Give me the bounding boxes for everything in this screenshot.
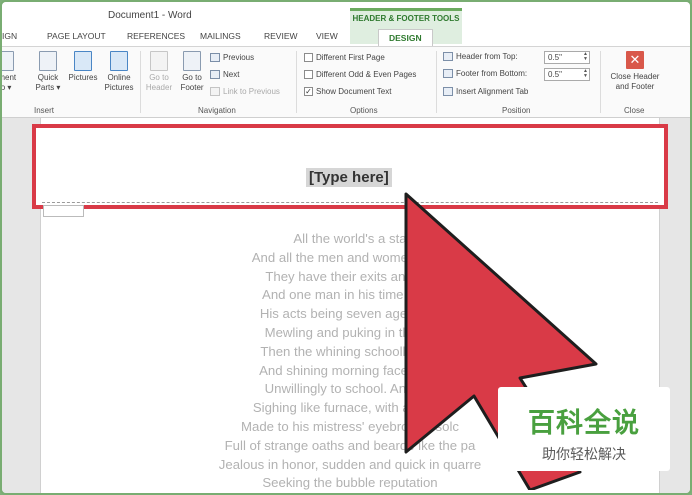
previous-button[interactable]: Previous bbox=[210, 53, 254, 62]
footer-from-bottom-row: Footer from Bottom: bbox=[443, 69, 527, 78]
pictures-button[interactable]: Pictures bbox=[66, 51, 100, 83]
window-title: Document1 - Word bbox=[108, 10, 192, 21]
next-button[interactable]: Next bbox=[210, 70, 239, 79]
title-bar: Document1 - Word bbox=[2, 2, 690, 26]
show-document-text-label: Show Document Text bbox=[316, 87, 392, 96]
header-from-top-label: Header from Top: bbox=[456, 52, 518, 61]
checkmark-icon: ✓ bbox=[304, 87, 313, 96]
online-pictures-icon bbox=[110, 51, 128, 71]
header-tag bbox=[43, 205, 84, 217]
insert-group-label: Insert bbox=[34, 106, 55, 115]
baike-watermark: 百科全说 助你轻松解决 bbox=[498, 387, 670, 471]
tab-references[interactable]: REFERENCES bbox=[127, 31, 185, 41]
watermark-subtitle: 助你轻松解决 bbox=[542, 446, 626, 462]
close-header-footer-button[interactable]: ✕ Close Header and Footer bbox=[602, 51, 668, 92]
ribbon-tabs: IGN PAGE LAYOUT REFERENCES MAILINGS REVI… bbox=[2, 26, 690, 46]
link-to-previous-label: Link to Previous bbox=[223, 87, 280, 96]
next-label: Next bbox=[223, 70, 240, 79]
insert-alignment-tab-label: Insert Alignment Tab bbox=[456, 87, 529, 96]
spinner-arrows-icon[interactable]: ▲ ▼ bbox=[583, 52, 588, 62]
link-to-previous-button[interactable]: Link to Previous bbox=[210, 87, 280, 96]
quick-parts-icon bbox=[39, 51, 57, 71]
go-to-footer-icon bbox=[183, 51, 201, 71]
close-header-label-2: and Footer bbox=[615, 82, 655, 91]
go-to-header-icon bbox=[150, 51, 168, 71]
go-to-header-button[interactable]: Go to Header bbox=[142, 51, 176, 93]
document-info-label: ument bbox=[2, 73, 17, 82]
ribbon-divider bbox=[600, 51, 601, 113]
pictures-icon bbox=[74, 51, 92, 71]
previous-label: Previous bbox=[223, 53, 255, 62]
footer-from-bottom-label: Footer from Bottom: bbox=[456, 69, 528, 78]
quick-parts-label-2: Parts ▾ bbox=[35, 83, 61, 92]
document-info-button[interactable]: ument fo ▾ bbox=[0, 51, 22, 93]
contextual-group-title: HEADER & FOOTER TOOLS bbox=[352, 14, 460, 23]
header-from-top-row: Header from Top: bbox=[443, 52, 518, 61]
word-window: Document1 - Word IGN PAGE LAYOUT REFEREN… bbox=[0, 0, 692, 495]
close-group-label: Close bbox=[624, 106, 645, 115]
header-placeholder[interactable]: [Type here] bbox=[306, 168, 392, 187]
go-to-header-label-2: Header bbox=[145, 83, 173, 92]
different-first-page-label: Different First Page bbox=[316, 53, 385, 62]
close-header-label: Close Header bbox=[610, 72, 660, 81]
document-info-label-2: fo ▾ bbox=[0, 83, 12, 92]
footer-position-icon bbox=[443, 69, 453, 78]
ribbon-divider bbox=[436, 51, 437, 113]
show-document-text-checkbox[interactable]: ✓ Show Document Text bbox=[304, 87, 391, 96]
insert-alignment-tab-button[interactable]: Insert Alignment Tab bbox=[443, 87, 528, 96]
go-to-footer-button[interactable]: Go to Footer bbox=[175, 51, 209, 93]
watermark-title: 百科全说 bbox=[528, 408, 640, 438]
header-position-icon bbox=[443, 52, 453, 61]
options-group-label: Options bbox=[350, 106, 378, 115]
position-group-label: Position bbox=[502, 106, 531, 115]
link-icon bbox=[210, 87, 220, 96]
tab-review[interactable]: REVIEW bbox=[264, 31, 298, 41]
go-to-footer-label: Go to bbox=[182, 73, 202, 82]
go-to-footer-label-2: Footer bbox=[180, 83, 204, 92]
pictures-label: Pictures bbox=[68, 73, 98, 82]
quick-parts-button[interactable]: Quick Parts ▾ bbox=[31, 51, 65, 93]
document-info-icon bbox=[2, 51, 14, 71]
checkbox-unchecked bbox=[304, 53, 313, 62]
online-pictures-button[interactable]: Online Pictures bbox=[102, 51, 136, 93]
different-odd-even-label: Different Odd & Even Pages bbox=[316, 70, 417, 79]
go-to-header-label: Go to bbox=[149, 73, 169, 82]
footer-from-bottom-value: 0.5" bbox=[548, 70, 562, 79]
ribbon: ument fo ▾ Quick Parts ▾ Pictures Online… bbox=[2, 46, 690, 118]
checkbox-unchecked bbox=[304, 70, 313, 79]
different-odd-even-checkbox[interactable]: Different Odd & Even Pages bbox=[304, 70, 416, 79]
next-icon bbox=[210, 70, 220, 79]
different-first-page-checkbox[interactable]: Different First Page bbox=[304, 53, 385, 62]
quick-parts-label: Quick bbox=[37, 73, 59, 82]
tab-mailings[interactable]: MAILINGS bbox=[200, 31, 241, 41]
spinner-arrows-icon[interactable]: ▲ ▼ bbox=[583, 69, 588, 79]
tab-view[interactable]: VIEW bbox=[316, 31, 338, 41]
tab-page-layout[interactable]: PAGE LAYOUT bbox=[47, 31, 106, 41]
footer-from-bottom-spinner[interactable]: 0.5" ▲ ▼ bbox=[544, 68, 590, 81]
previous-icon bbox=[210, 53, 220, 62]
header-from-top-spinner[interactable]: 0.5" ▲ ▼ bbox=[544, 51, 590, 64]
close-icon: ✕ bbox=[626, 51, 644, 69]
tab-design-partial[interactable]: IGN bbox=[2, 31, 17, 41]
online-pictures-label: Online bbox=[107, 73, 131, 82]
header-from-top-value: 0.5" bbox=[548, 53, 562, 62]
online-pictures-label-2: Pictures bbox=[104, 83, 134, 92]
alignment-tab-icon bbox=[443, 87, 453, 96]
ribbon-divider bbox=[296, 51, 297, 113]
ribbon-divider bbox=[140, 51, 141, 113]
navigation-group-label: Navigation bbox=[198, 106, 236, 115]
